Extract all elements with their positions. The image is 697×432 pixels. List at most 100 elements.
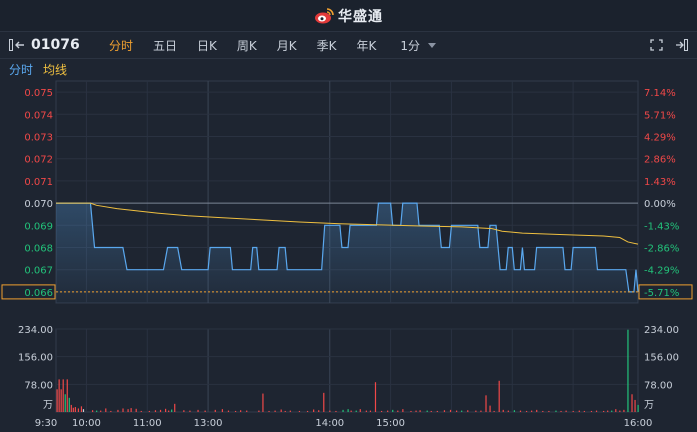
volume-plot-frame (55, 328, 639, 413)
time-tick-label: 13:00 (194, 418, 223, 429)
tab-yearly-k[interactable]: 年K (357, 37, 377, 54)
volume-bar (461, 410, 463, 412)
fullscreen-icon[interactable] (650, 39, 663, 51)
volume-bar (475, 410, 477, 412)
volume-unit-label-right: 万 (644, 400, 654, 411)
tab-quarterly-k[interactable]: 季K (317, 37, 337, 54)
volume-bar (374, 382, 377, 412)
volume-bar (159, 409, 162, 412)
volume-bar (110, 410, 112, 412)
volume-bar (347, 409, 349, 412)
stock-symbol: 01076 (31, 37, 80, 53)
volume-bar (583, 410, 585, 412)
volume-bar (397, 410, 399, 412)
volume-bar (258, 410, 260, 412)
volume-bar (80, 406, 83, 412)
volume-tick-label-right: 156.00 (644, 353, 679, 364)
volume-bar (183, 410, 185, 412)
collapse-right-icon[interactable] (675, 39, 688, 51)
volume-bar (443, 410, 446, 412)
period-tabs: 分时 五日 日K 周K 月K 季K 年K (109, 37, 396, 54)
price-tick-label: 0.074 (24, 110, 53, 121)
volume-bar (489, 405, 491, 412)
chart-legend: 分时 均线 (0, 59, 697, 79)
volume-bar (430, 410, 432, 412)
brand-name: 华盛通 (338, 8, 383, 25)
volume-bar (60, 389, 62, 412)
volume-bar (619, 410, 621, 412)
price-tick-label: 0.067 (24, 266, 53, 277)
volume-bar (306, 410, 309, 412)
volume-tick-label-right: 78.00 (644, 380, 673, 391)
volume-tick-label-right: 234.00 (644, 325, 679, 336)
volume-bar (154, 410, 157, 412)
volume-bar (387, 410, 389, 412)
collapse-left-icon[interactable] (9, 39, 25, 51)
volume-bar (355, 410, 357, 412)
volume-bar (531, 410, 533, 412)
weibo-logo-icon (315, 7, 334, 23)
volume-bar (436, 410, 438, 412)
chevron-down-icon (428, 42, 437, 48)
volume-bar (607, 410, 609, 412)
volume-bar (611, 410, 613, 412)
toolbar-right-tools (650, 39, 688, 51)
time-tick-label: 15:00 (376, 418, 405, 429)
volume-bar (634, 399, 636, 412)
tab-monthly-k[interactable]: 月K (277, 37, 297, 54)
volume-bar (96, 410, 98, 412)
volume-tick-label: 234.00 (18, 325, 53, 336)
volume-bar (274, 410, 276, 412)
volume-bar (262, 393, 264, 412)
volume-bar (318, 410, 320, 412)
time-tick-label: 11:00 (133, 418, 162, 429)
volume-bar (289, 410, 291, 412)
percent-tick-label: -2.86% (644, 244, 679, 255)
tab-five-day[interactable]: 五日 (153, 37, 177, 54)
tab-daily-k[interactable]: 日K (197, 37, 217, 54)
volume-bar (335, 410, 337, 412)
volume-bar (298, 410, 301, 412)
average-series-line (56, 202, 639, 245)
volume-bar (507, 410, 509, 412)
volume-bar (542, 410, 544, 412)
volume-bar (369, 410, 372, 412)
volume-bar (77, 408, 80, 412)
volume-tick-label: 78.00 (24, 380, 53, 391)
time-tick-label: 9:30 (35, 418, 57, 429)
volume-bar (631, 394, 633, 412)
time-tick-label: 14:00 (315, 418, 344, 429)
price-area-fill (56, 203, 638, 303)
volume-bar (485, 395, 487, 412)
volume-bar (359, 409, 361, 412)
legend-average-line: 均线 (43, 62, 68, 77)
tab-weekly-k[interactable]: 周K (237, 37, 257, 54)
volume-bar (402, 409, 404, 412)
tab-intraday[interactable]: 分时 (109, 37, 133, 54)
volume-bar (130, 408, 132, 412)
volume-bar (92, 410, 94, 412)
volume-bar (68, 397, 70, 412)
volume-bar (240, 410, 242, 412)
volume-bar (449, 409, 452, 412)
volume-bar (168, 410, 170, 412)
volume-bar (100, 410, 102, 412)
volume-bar (56, 389, 58, 412)
volume-bar (127, 409, 129, 412)
chart-toolbar: 01076 分时 五日 日K 周K 月K 季K 年K 1分 (0, 32, 697, 59)
price-tick-label: 0.073 (24, 133, 53, 144)
volume-bar (165, 408, 167, 412)
volume-bar (572, 410, 574, 412)
volume-bar (615, 409, 617, 412)
volume-bar (365, 410, 367, 412)
minute-period-dropdown[interactable]: 1分 (400, 37, 437, 54)
volume-bar (502, 409, 504, 412)
volume-bar (548, 410, 550, 412)
volume-bar (174, 403, 176, 412)
volume-bar (415, 410, 417, 412)
volume-bar (590, 410, 593, 412)
intraday-chart: 0.075 7.14% 0.074 5.71% 0.073 4.29% 0.072 2.86%… (1, 80, 693, 429)
volume-bar (82, 409, 85, 412)
volume-bar (578, 410, 580, 412)
volume-bar (410, 410, 412, 412)
